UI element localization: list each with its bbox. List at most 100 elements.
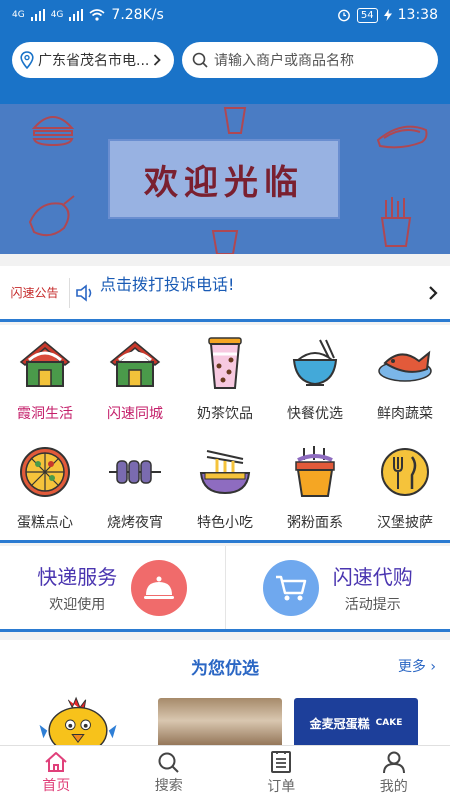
cup-doodle-icon: [211, 230, 239, 254]
search-input[interactable]: 请输入商户或商品名称: [182, 42, 438, 78]
tab-orders[interactable]: 订单: [225, 746, 338, 800]
category-label: 蛋糕点心: [17, 515, 73, 531]
location-text: 广东省茂名市电...: [38, 53, 150, 69]
wifi-icon: [89, 9, 105, 21]
service-subtitle: 活动提示: [344, 597, 401, 613]
recommend-section: 为您优选 更多 › 金麦冠蛋糕 CAKE: [0, 640, 450, 745]
rice-bowl-icon: [287, 335, 343, 391]
skewer-icon: [107, 444, 163, 500]
bottom-tab-bar: 首页 搜索 订单 我的: [0, 745, 450, 800]
food-photo-image[interactable]: [158, 698, 282, 745]
battery-level: 54: [356, 7, 378, 23]
category-item[interactable]: 奶茶饮品: [180, 325, 270, 434]
notice-arrow[interactable]: [416, 285, 450, 301]
drink-doodle-icon: [223, 107, 247, 134]
clock-time: 13:38: [397, 7, 438, 23]
welcome-banner[interactable]: 欢迎光临: [0, 104, 450, 254]
chicken-leg-doodle-icon: [28, 195, 75, 237]
cake-shop-sign-en: CAKE: [375, 718, 403, 728]
speaker-wrap: [70, 283, 100, 302]
notice-text-wrap: 点击拨打投诉电话!: [100, 275, 416, 311]
hotdog-doodle-icon: [376, 125, 428, 149]
category-label: 闪速同城: [107, 406, 163, 422]
more-link[interactable]: 更多 ›: [398, 656, 436, 676]
category-label: 烧烤夜宵: [107, 515, 163, 531]
category-label: 奶茶饮品: [197, 406, 253, 422]
noodle-cup-icon: [287, 444, 343, 500]
order-list-icon: [271, 751, 292, 773]
category-item[interactable]: 霞洞生活: [0, 325, 90, 434]
more-label: 更多: [397, 659, 426, 675]
status-bar: 4G 4G 7.28K/s 54 13:38: [0, 0, 450, 30]
express-service-card[interactable]: 快递服务 欢迎使用: [0, 546, 225, 629]
search-placeholder: 请输入商户或商品名称: [214, 53, 354, 69]
banner-frame: 欢迎光临: [108, 139, 340, 219]
chevron-right-icon: ›: [430, 659, 436, 675]
category-label: 鲜肉蔬菜: [377, 406, 433, 422]
header-band: [0, 90, 450, 104]
service-title: 闪速代购: [332, 565, 413, 589]
cake-shop-image[interactable]: 金麦冠蛋糕 CAKE: [294, 698, 418, 745]
category-label: 快餐优选: [287, 406, 343, 422]
burger-doodle-icon: [31, 116, 75, 146]
tab-search[interactable]: 搜索: [113, 746, 226, 800]
top-header: 广东省茂名市电... 请输入商户或商品名称: [0, 30, 450, 90]
alarm-icon: [338, 9, 350, 22]
service-title: 快递服务: [37, 565, 118, 589]
recommend-title: 为您优选: [191, 659, 259, 679]
category-label: 粥粉面系: [287, 515, 343, 531]
category-item[interactable]: 蛋糕点心: [0, 434, 90, 543]
location-selector[interactable]: 广东省茂名市电...: [12, 42, 174, 78]
category-item[interactable]: 鲜肉蔬菜: [360, 325, 450, 434]
home-icon: [45, 752, 67, 772]
category-label: 霞洞生活: [17, 406, 73, 422]
network-1-label: 4G: [12, 9, 25, 20]
fish-icon: [377, 335, 433, 391]
signal-icon: [69, 9, 84, 21]
category-label: 汉堡披萨: [377, 515, 433, 531]
category-item[interactable]: 汉堡披萨: [360, 434, 450, 543]
tab-label: 搜索: [154, 778, 183, 794]
milk-tea-icon: [197, 335, 253, 391]
cake-shop-sign: 金麦冠蛋糕: [309, 716, 370, 731]
pizza-icon: [17, 444, 73, 500]
charging-icon: [383, 9, 392, 21]
search-icon: [158, 752, 179, 773]
cloche-icon: [131, 559, 188, 616]
house-icon: [17, 335, 73, 391]
category-item[interactable]: 闪速同城: [90, 325, 180, 434]
notice-bar[interactable]: 闪速公告 点击拨打投诉电话!: [0, 266, 450, 322]
tab-label: 首页: [42, 778, 71, 794]
tab-profile[interactable]: 我的: [338, 746, 450, 800]
category-grid: 霞洞生活 闪速同城 奶茶饮品 快餐优选 鲜肉蔬菜 蛋糕点心 烧烤夜宵 特色小吃 …: [0, 325, 450, 543]
notice-text: 点击拨打投诉电话!: [100, 274, 235, 294]
cart-icon: [262, 559, 319, 616]
location-pin-icon: [20, 51, 34, 69]
chevron-right-icon: [429, 285, 438, 300]
fork-knife-icon: [377, 444, 433, 500]
category-item[interactable]: 烧烤夜宵: [90, 434, 180, 543]
service-row: 快递服务 欢迎使用 闪速代购 活动提示: [0, 546, 450, 632]
banner-text: 欢迎光临: [144, 162, 304, 203]
house-icon: [107, 335, 163, 391]
category-item[interactable]: 特色小吃: [180, 434, 270, 543]
fries-doodle-icon: [380, 197, 412, 247]
tab-home[interactable]: 首页: [0, 746, 113, 800]
notice-title: 闪速公告: [0, 277, 70, 308]
category-item[interactable]: 快餐优选: [270, 325, 360, 434]
speaker-icon: [76, 283, 92, 302]
service-subtitle: 欢迎使用: [49, 597, 106, 613]
purchase-service-card[interactable]: 闪速代购 活动提示: [224, 546, 450, 629]
chevron-right-icon: [154, 54, 162, 66]
signal-icon: [30, 9, 45, 21]
noodles-icon: [197, 444, 253, 500]
tab-label: 我的: [379, 779, 408, 795]
category-label: 特色小吃: [197, 515, 253, 531]
network-speed: 7.28K/s: [111, 7, 164, 23]
network-2-label: 4G: [50, 9, 64, 20]
search-icon: [192, 52, 208, 68]
chicken-mascot-image[interactable]: [38, 696, 118, 745]
category-item[interactable]: 粥粉面系: [270, 434, 360, 543]
user-icon: [382, 751, 405, 774]
tab-label: 订单: [267, 779, 296, 795]
